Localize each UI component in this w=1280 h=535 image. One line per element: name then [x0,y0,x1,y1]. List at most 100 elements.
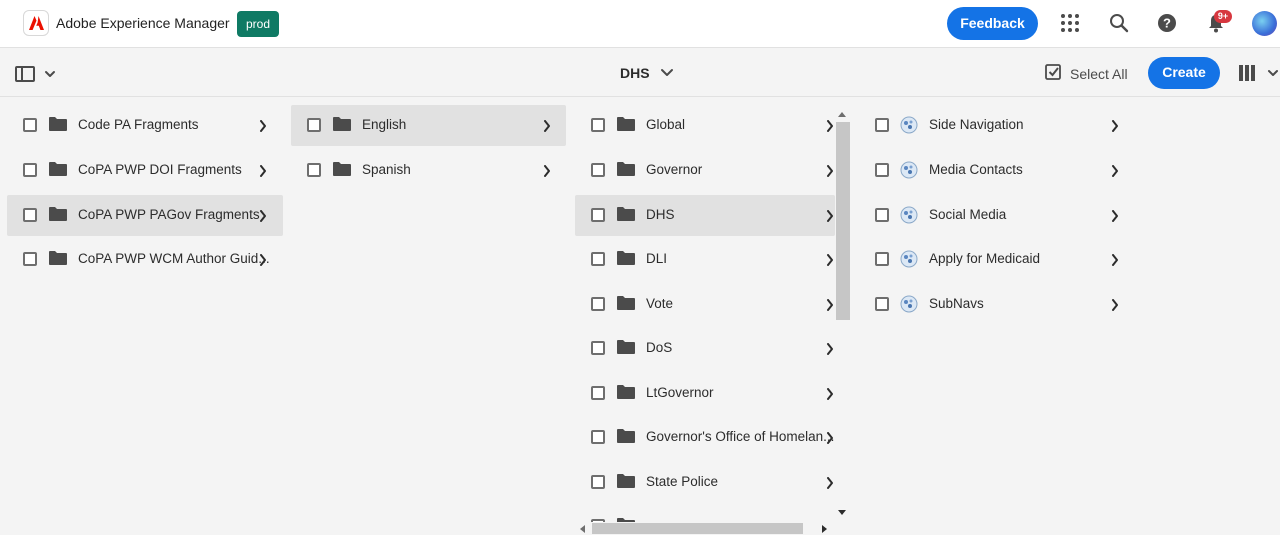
folder-icon [617,207,635,221]
column-row-spanish[interactable]: Spanish [291,150,566,191]
folder-icon [617,117,635,131]
row-checkbox[interactable] [591,430,605,444]
vertical-scroll-thumb[interactable] [836,122,850,320]
column-row-dhs[interactable]: DHS [575,195,835,236]
row-label: Social Media [929,207,1007,222]
column-row-copa-pwp-wcm-author-guide[interactable]: CoPA PWP WCM Author Guid... [7,239,283,280]
folder-icon [49,207,67,221]
row-checkbox[interactable] [875,208,889,222]
column-row-governors-office-homeland[interactable]: Governor's Office of Homelan... [575,417,835,458]
view-switcher-button[interactable] [1238,64,1280,82]
app-name[interactable]: Adobe Experience Manager [56,15,230,31]
row-checkbox[interactable] [307,118,321,132]
chevron-right-icon[interactable] [1111,210,1119,222]
chevron-right-icon[interactable] [259,165,267,177]
scroll-up-arrow-icon[interactable] [838,111,846,117]
content-fragment-icon [900,116,918,134]
breadcrumb-chevron-down-icon[interactable] [660,68,674,78]
shell-header: Adobe Experience Manager prod Feedback ?… [0,0,1280,48]
chevron-right-icon[interactable] [543,165,551,177]
column-row-apply-for-medicaid[interactable]: Apply for Medicaid [859,239,1129,280]
row-checkbox[interactable] [591,341,605,355]
column-row-english[interactable]: English [291,105,566,146]
scroll-right-arrow-icon[interactable] [822,525,828,533]
row-checkbox[interactable] [875,252,889,266]
chevron-right-icon[interactable] [826,477,834,489]
chevron-right-icon[interactable] [259,210,267,222]
chevron-right-icon[interactable] [259,254,267,266]
row-label: Code PA Fragments [78,117,199,132]
column-row-global[interactable]: Global [575,105,835,146]
apps-grid-icon[interactable] [1059,12,1081,34]
row-checkbox[interactable] [591,208,605,222]
row-checkbox[interactable] [875,297,889,311]
chevron-right-icon[interactable] [826,432,834,444]
chevron-right-icon[interactable] [543,120,551,132]
folder-icon [49,117,67,131]
row-checkbox[interactable] [591,118,605,132]
horizontal-scroll-thumb[interactable] [592,523,803,534]
chevron-right-icon[interactable] [826,165,834,177]
content-fragment-icon [900,295,918,313]
row-checkbox[interactable] [591,386,605,400]
column-row-copa-pwp-pagov-fragments[interactable]: CoPA PWP PAGov Fragments [7,195,283,236]
column-1: Code PA Fragments CoPA PWP DOI Fragments… [0,97,284,535]
column-row-vote[interactable]: Vote [575,284,835,325]
rail-toggle-button[interactable] [15,65,57,83]
chevron-right-icon[interactable] [1111,165,1119,177]
column-row-copa-pwp-doi-fragments[interactable]: CoPA PWP DOI Fragments [7,150,283,191]
scroll-left-arrow-icon[interactable] [579,525,585,533]
column-view-icon [1239,65,1255,81]
column-row-code-pa-fragments[interactable]: Code PA Fragments [7,105,283,146]
folder-icon [617,385,635,399]
search-icon[interactable] [1108,12,1130,34]
row-checkbox[interactable] [307,163,321,177]
row-checkbox[interactable] [23,118,37,132]
row-checkbox[interactable] [591,475,605,489]
help-icon[interactable]: ? [1156,12,1178,34]
row-checkbox[interactable] [23,208,37,222]
chevron-right-icon[interactable] [826,210,834,222]
column-row-side-navigation[interactable]: Side Navigation [859,105,1129,146]
chevron-right-icon[interactable] [826,388,834,400]
create-button[interactable]: Create [1148,57,1220,89]
user-avatar[interactable] [1252,11,1277,36]
column-row-governor[interactable]: Governor [575,150,835,191]
folder-icon [333,162,351,176]
column-row-dos[interactable]: DoS [575,328,835,369]
row-label: State Police [646,474,719,489]
chevron-right-icon[interactable] [826,299,834,311]
row-checkbox[interactable] [591,297,605,311]
chevron-right-icon[interactable] [259,120,267,132]
feedback-button[interactable]: Feedback [947,7,1038,40]
chevron-right-icon[interactable] [826,120,834,132]
column-4: Side Navigation Media Contacts Social Me… [852,97,1136,535]
folder-icon [49,251,67,265]
chevron-right-icon[interactable] [826,343,834,355]
column-row-ltgovernor[interactable]: LtGovernor [575,373,835,414]
select-all-button[interactable]: Select All [1045,64,1128,82]
row-checkbox[interactable] [591,252,605,266]
row-checkbox[interactable] [23,163,37,177]
chevron-right-icon[interactable] [1111,299,1119,311]
scroll-down-arrow-icon[interactable] [838,510,846,516]
column-row-media-contacts[interactable]: Media Contacts [859,150,1129,191]
notification-count-badge: 9+ [1214,10,1232,23]
adobe-logo-icon[interactable] [23,10,49,36]
folder-icon [617,429,635,443]
chevron-right-icon[interactable] [1111,120,1119,132]
content-fragment-icon [900,161,918,179]
row-checkbox[interactable] [591,163,605,177]
row-checkbox[interactable] [23,252,37,266]
chevron-right-icon[interactable] [826,254,834,266]
chevron-right-icon[interactable] [1111,254,1119,266]
column-row-state-police[interactable]: State Police [575,462,835,503]
row-checkbox[interactable] [875,163,889,177]
breadcrumb-title[interactable]: DHS [620,65,650,81]
column-row-subnavs[interactable]: SubNavs [859,284,1129,325]
column-row-social-media[interactable]: Social Media [859,195,1129,236]
row-checkbox[interactable] [875,118,889,132]
row-label: CoPA PWP PAGov Fragments [78,207,260,222]
column-row-dli[interactable]: DLI [575,239,835,280]
folder-icon [617,251,635,265]
